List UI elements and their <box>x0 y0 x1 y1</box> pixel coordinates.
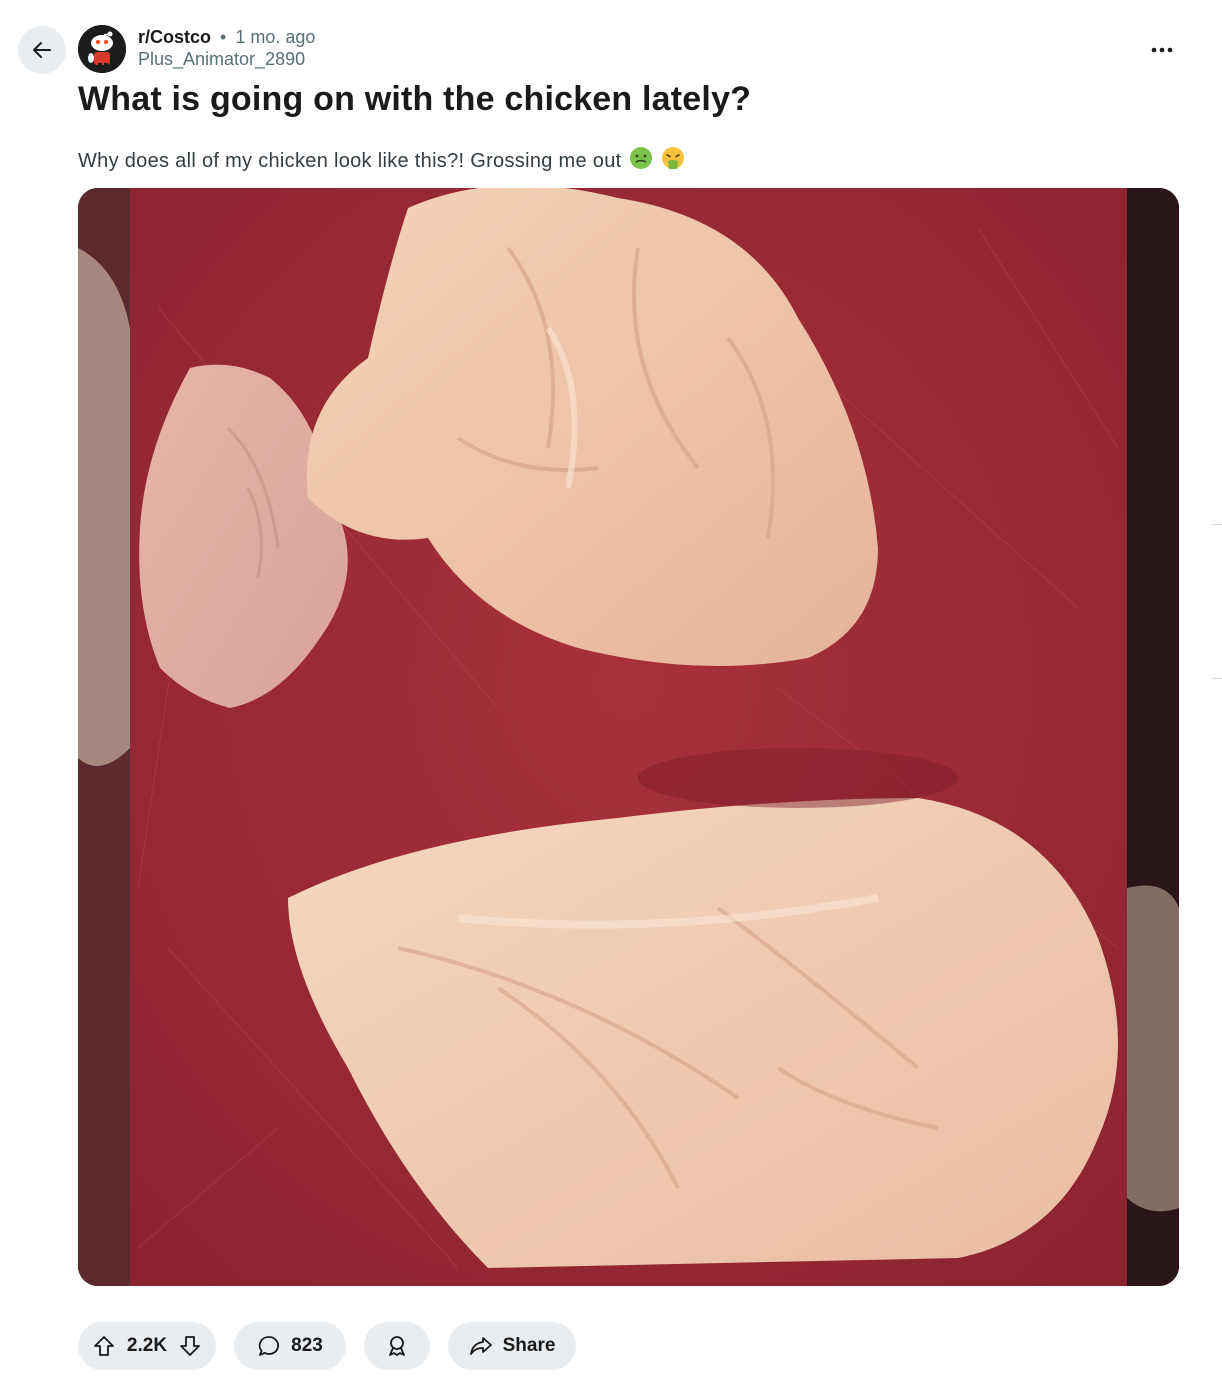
post-body-text: Why does all of my chicken look like thi… <box>78 149 622 172</box>
vomiting-face-icon <box>661 146 685 176</box>
vote-count: 2.2K <box>126 1335 168 1356</box>
award-button[interactable] <box>364 1322 430 1370</box>
downvote-arrow-icon[interactable] <box>178 1334 202 1358</box>
vote-control: 2.2K <box>78 1322 216 1370</box>
comment-count: 823 <box>291 1335 323 1356</box>
comments-button[interactable]: 823 <box>234 1322 346 1370</box>
upvote-arrow-icon[interactable] <box>92 1334 116 1358</box>
post-detail-page: r/Costco • 1 mo. ago Plus_Animator_2890 … <box>0 0 1222 1394</box>
nauseated-face-icon <box>629 146 653 176</box>
meta-separator: • <box>220 27 227 47</box>
post-meta: r/Costco • 1 mo. ago Plus_Animator_2890 <box>138 26 315 70</box>
post-title: What is going on with the chicken lately… <box>78 80 752 118</box>
scrollbar-edge <box>1212 678 1222 679</box>
author-link[interactable]: Plus_Animator_2890 <box>138 48 315 70</box>
subreddit-avatar[interactable] <box>78 25 126 73</box>
more-options-button[interactable] <box>1142 34 1182 66</box>
post-time: 1 mo. ago <box>235 27 316 47</box>
share-label: Share <box>502 1335 556 1356</box>
award-icon <box>385 1334 409 1358</box>
ellipsis-icon <box>1151 47 1173 53</box>
scrollbar-edge <box>1212 524 1222 525</box>
share-button[interactable]: Share <box>448 1322 576 1370</box>
back-button[interactable] <box>18 26 66 74</box>
post-action-bar: 2.2K 823 Share <box>78 1322 576 1370</box>
share-arrow-icon <box>469 1334 493 1358</box>
post-body: Why does all of my chicken look like thi… <box>78 146 685 176</box>
post-image[interactable] <box>78 188 1179 1286</box>
speech-bubble-icon <box>257 1334 281 1358</box>
arrow-left-icon <box>33 42 51 58</box>
subreddit-link[interactable]: r/Costco <box>138 27 211 47</box>
